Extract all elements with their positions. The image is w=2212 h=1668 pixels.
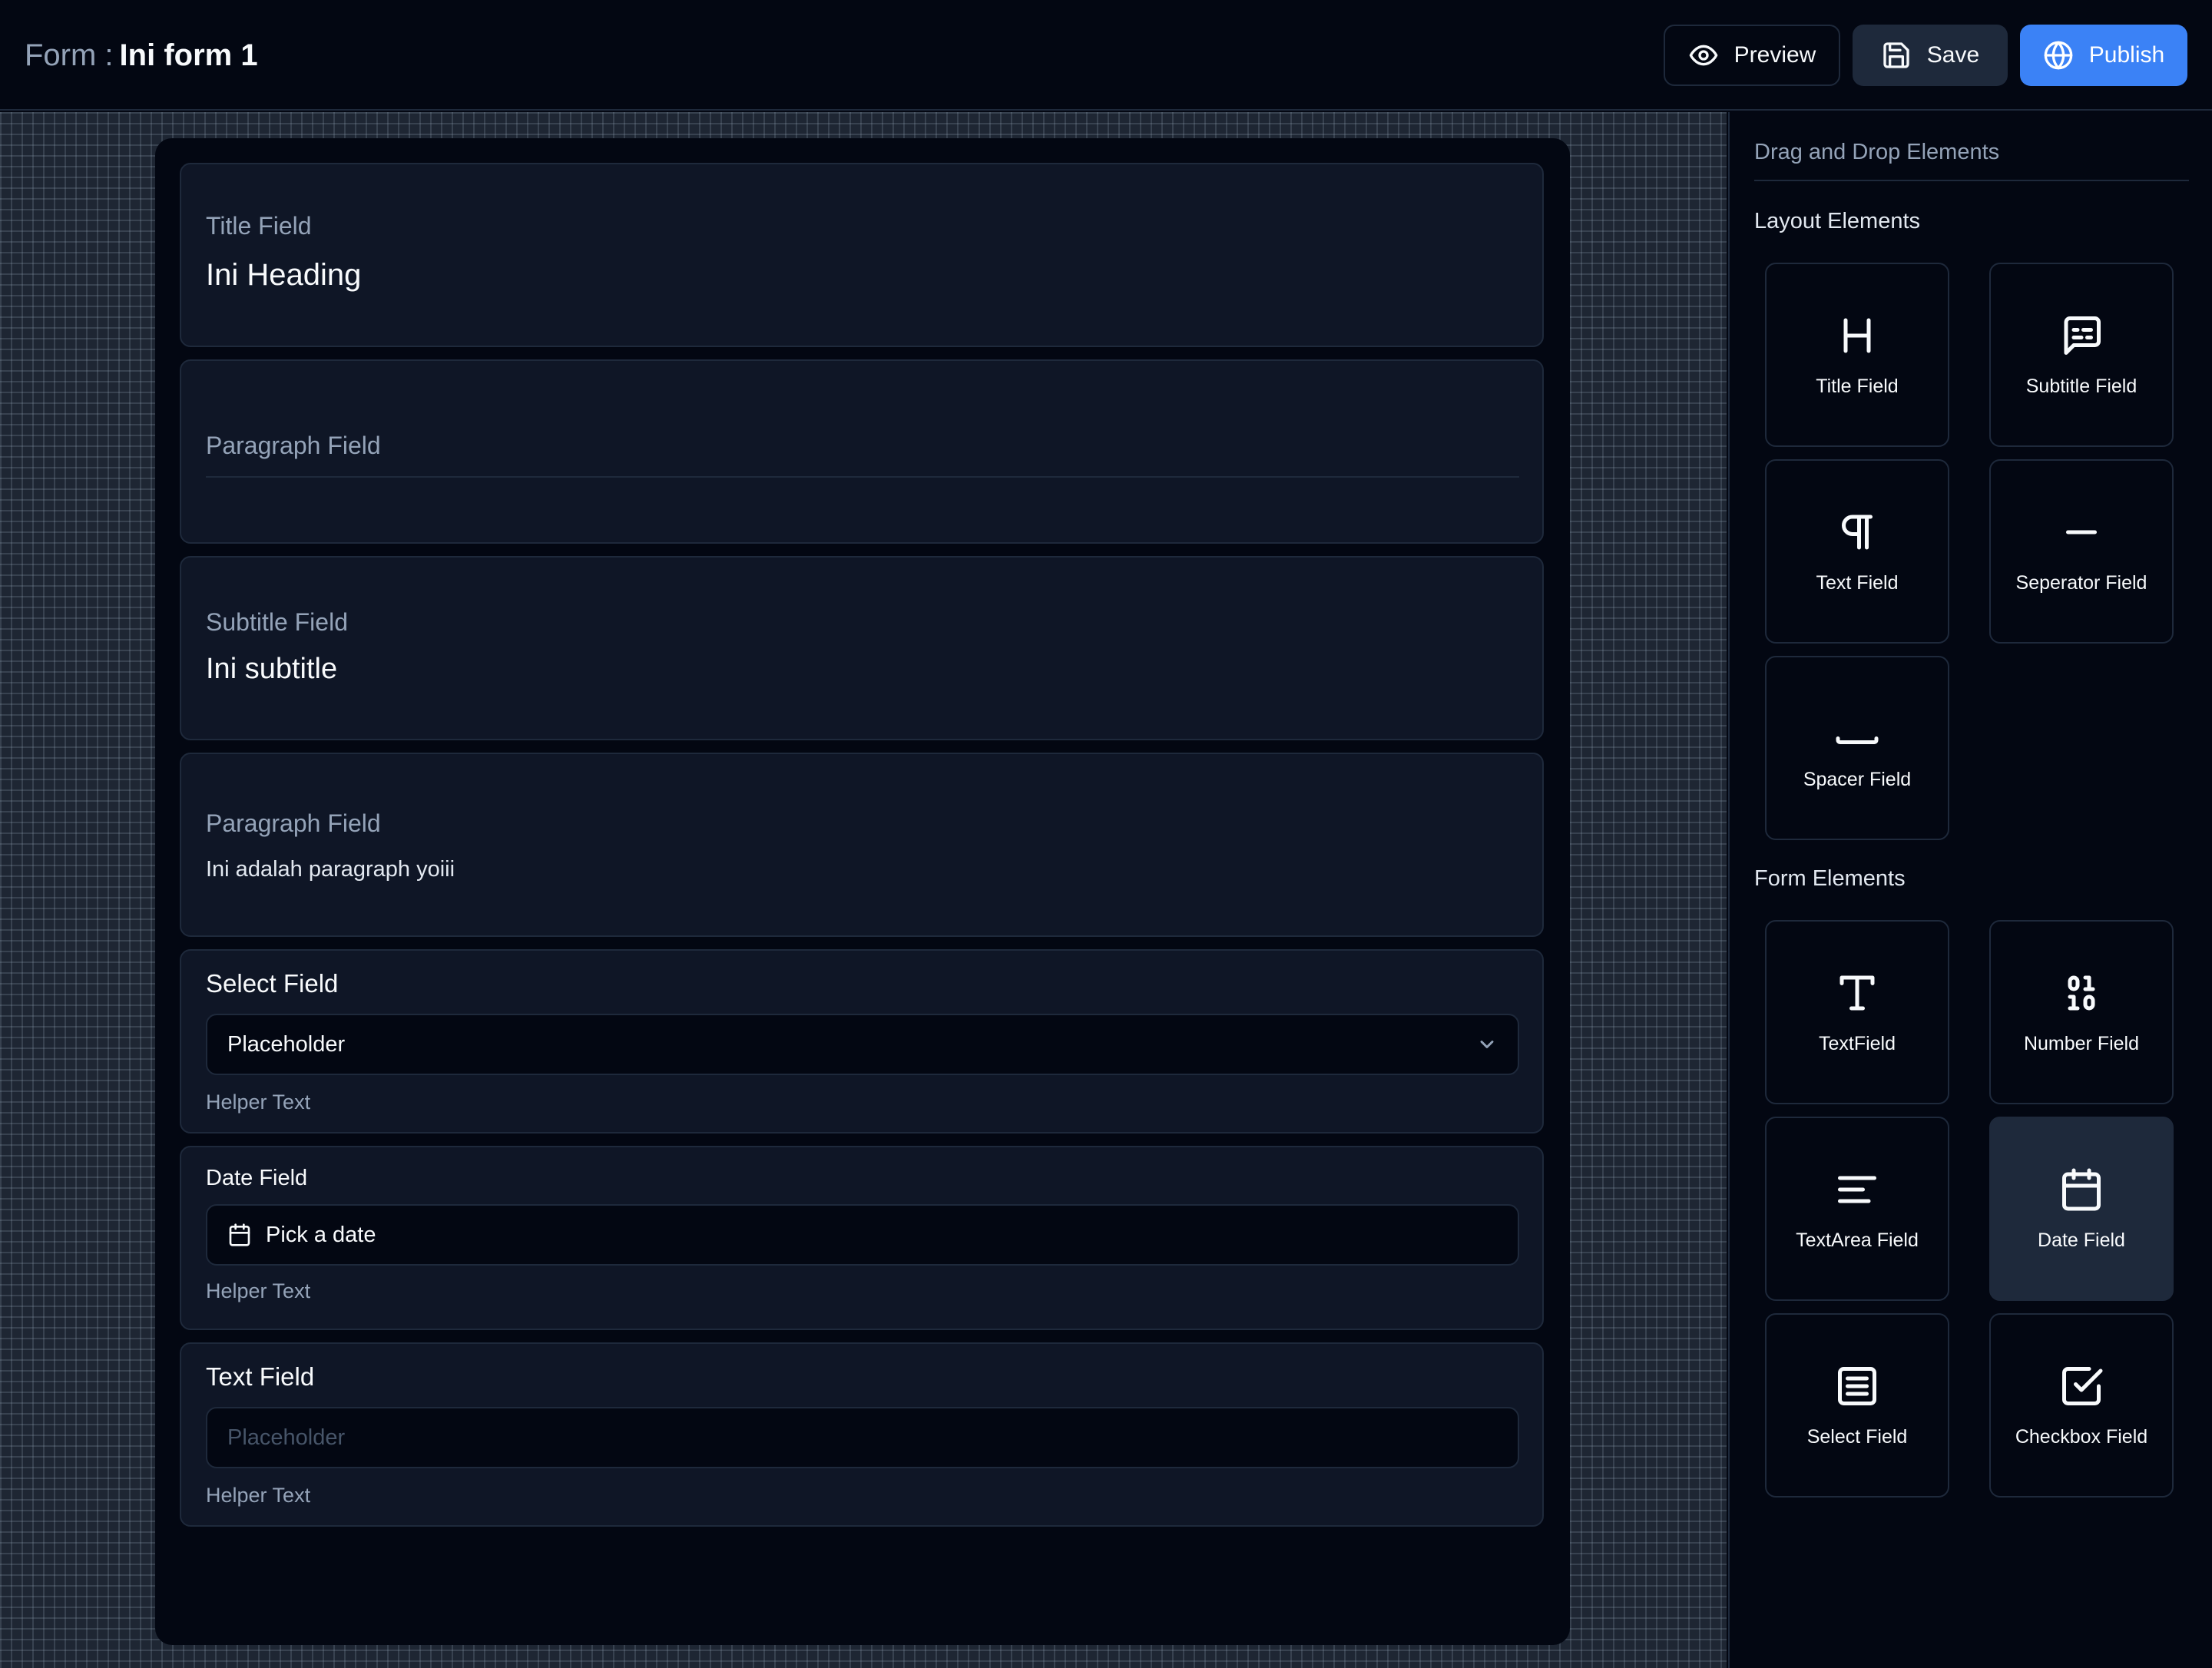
globe-icon [2044, 41, 2073, 70]
layout-tile-text-field[interactable]: Text Field [1765, 459, 1949, 644]
form-name: Ini form 1 [119, 38, 258, 72]
paragraph-field-value: Ini adalah paragraph yoiii [206, 857, 455, 882]
tile-label: Subtitle Field [2025, 375, 2137, 397]
form-tile-checkbox-field[interactable]: Checkbox Field [1989, 1313, 2174, 1498]
select-field-element[interactable]: Select Field Placeholder Helper Text [180, 949, 1544, 1134]
save-label: Save [1926, 42, 1980, 68]
subtitle-field-value: Ini subtitle [206, 653, 338, 685]
preview-label: Preview [1734, 42, 1816, 68]
title-field-element[interactable]: Title Field Ini Heading [180, 163, 1544, 347]
text-input-placeholder: Placeholder [227, 1425, 346, 1450]
form-tile-select-field[interactable]: Select Field [1765, 1313, 1949, 1498]
title-field-label: Title Field [206, 212, 312, 240]
date-value: Pick a date [266, 1222, 376, 1247]
publish-button[interactable]: Publish [2020, 25, 2187, 86]
text-lines-icon [1838, 1176, 1876, 1203]
select-value: Placeholder [227, 1031, 346, 1057]
form-label: Form : [25, 38, 114, 72]
text-input[interactable]: Placeholder [206, 1407, 1519, 1468]
paragraph-divider [206, 476, 1519, 478]
tile-label: Number Field [2023, 1032, 2140, 1054]
sidebar-divider [1754, 180, 2189, 181]
text-helper-text: Helper Text [206, 1484, 311, 1507]
tile-label: TextField [1818, 1032, 1896, 1054]
paragraph-field-label: Paragraph Field [206, 432, 381, 459]
save-icon [1883, 42, 1909, 68]
pilcrow-icon [1842, 515, 1873, 549]
subtitle-field-label: Subtitle Field [206, 608, 348, 636]
tile-label: Date Field [2038, 1229, 2125, 1251]
subtitle-field-element[interactable]: Subtitle Field Ini subtitle [180, 556, 1544, 740]
elements-sidebar: Drag and Drop Elements Layout Elements T… [1728, 112, 2212, 1668]
tile-label: Spacer Field [1803, 768, 1912, 790]
tile-label: Title Field [1816, 375, 1899, 397]
layout-tile-separator-field[interactable]: Seperator Field [1989, 459, 2174, 644]
form-elements-heading: Form Elements [1754, 866, 1906, 891]
layout-tile-spacer-field[interactable]: Spacer Field [1765, 656, 1949, 840]
tile-label: TextArea Field [1796, 1229, 1919, 1251]
tile-label: Select Field [1806, 1425, 1908, 1448]
title-field-value: Ini Heading [206, 258, 362, 292]
date-field-label: Date Field [206, 1166, 308, 1190]
message-text-icon [2064, 316, 2101, 355]
date-picker-button[interactable]: Pick a date [206, 1204, 1519, 1266]
chevron-down-icon [1480, 1041, 1494, 1048]
select-field-label: Select Field [206, 969, 339, 998]
form-tile-date-field[interactable]: Date Field [1989, 1117, 2174, 1301]
date-field-element[interactable]: Date Field Pick a date Helper Text [180, 1146, 1544, 1330]
binary-icon [2068, 975, 2095, 1010]
preview-button[interactable]: Preview [1664, 25, 1840, 86]
paragraph-field-label: Paragraph Field [206, 809, 381, 837]
date-helper-text: Helper Text [206, 1279, 311, 1302]
publish-label: Publish [2088, 42, 2165, 68]
layout-tile-subtitle-field[interactable]: Subtitle Field [1989, 263, 2174, 447]
form-tile-number-field[interactable]: Number Field [1989, 920, 2174, 1104]
layout-elements-heading: Layout Elements [1754, 209, 1921, 233]
minus-icon [2066, 530, 2097, 534]
calendar-icon [2062, 1168, 2101, 1210]
tile-label: Checkbox Field [2015, 1425, 2148, 1448]
type-icon [1839, 975, 1875, 1010]
tile-label: Text Field [1816, 571, 1899, 594]
select-helper-text: Helper Text [206, 1090, 311, 1114]
text-field-element[interactable]: Text Field Placeholder Helper Text [180, 1342, 1544, 1527]
heading-icon [1843, 318, 1871, 352]
checkbox-icon [2062, 1366, 2103, 1405]
form-tile-textarea-field[interactable]: TextArea Field [1765, 1117, 1949, 1301]
text-field-label: Text Field [206, 1362, 315, 1391]
save-button[interactable]: Save [1853, 25, 2008, 86]
sidebar-title: Drag and Drop Elements [1754, 140, 2000, 164]
select-input[interactable]: Placeholder [206, 1014, 1519, 1075]
layout-tile-title-field[interactable]: Title Field [1765, 263, 1949, 447]
top-bar: Form : Ini form 1 Preview Save Publish [0, 0, 2212, 111]
eye-icon [1689, 45, 1717, 66]
paragraph-field-element[interactable]: Paragraph Field [180, 359, 1544, 544]
page-title: Form : Ini form 1 [25, 35, 258, 75]
space-icon [1836, 736, 1879, 744]
calendar-icon [229, 1223, 250, 1246]
paragraph-field-element[interactable]: Paragraph Field Ini adalah paragraph yoi… [180, 753, 1544, 937]
form-tile-textfield[interactable]: TextField [1765, 920, 1949, 1104]
list-box-icon [1838, 1366, 1876, 1405]
tile-label: Seperator Field [2015, 571, 2147, 594]
